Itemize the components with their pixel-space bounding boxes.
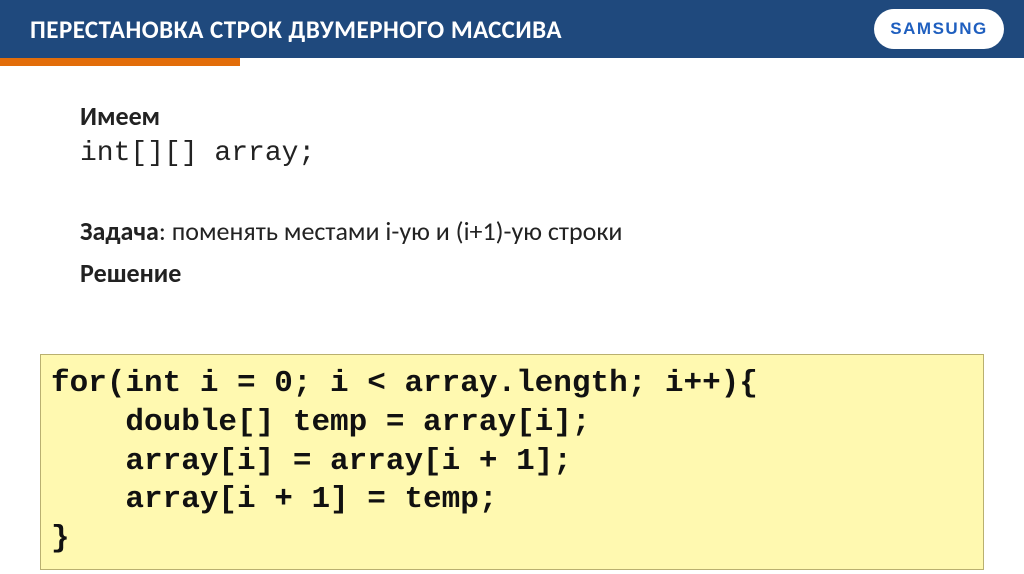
code-line-4: array[i + 1] = temp;	[51, 482, 497, 517]
task-line: Задача: поменять местами i-ую и (i+1)-ую…	[80, 215, 964, 247]
content-block: Имеем int[][] array; Задача: поменять ме…	[80, 100, 964, 289]
slide: ПЕРЕСТАНОВКА СТРОК ДВУМЕРНОГО МАССИВА SA…	[0, 0, 1024, 574]
have-label: Имеем	[80, 100, 964, 132]
task-prefix: Задача	[80, 215, 159, 247]
code-line-5: }	[51, 521, 70, 556]
array-declaration: int[][] array;	[80, 138, 964, 169]
code-line-2: double[] temp = array[i];	[51, 405, 591, 440]
samsung-logo: SAMSUNG	[874, 9, 1004, 49]
code-block: for(int i = 0; i < array.length; i++){ d…	[40, 354, 984, 570]
accent-bar	[0, 58, 240, 66]
code-line-1: for(int i = 0; i < array.length; i++){	[51, 366, 758, 401]
solution-label: Решение	[80, 257, 964, 289]
header-bar: ПЕРЕСТАНОВКА СТРОК ДВУМЕРНОГО МАССИВА SA…	[0, 0, 1024, 58]
samsung-logo-text: SAMSUNG	[890, 19, 987, 39]
slide-title: ПЕРЕСТАНОВКА СТРОК ДВУМЕРНОГО МАССИВА	[0, 14, 562, 45]
task-text: : поменять местами i-ую и (i+1)-ую строк…	[159, 215, 623, 247]
code-line-3: array[i] = array[i + 1];	[51, 444, 572, 479]
